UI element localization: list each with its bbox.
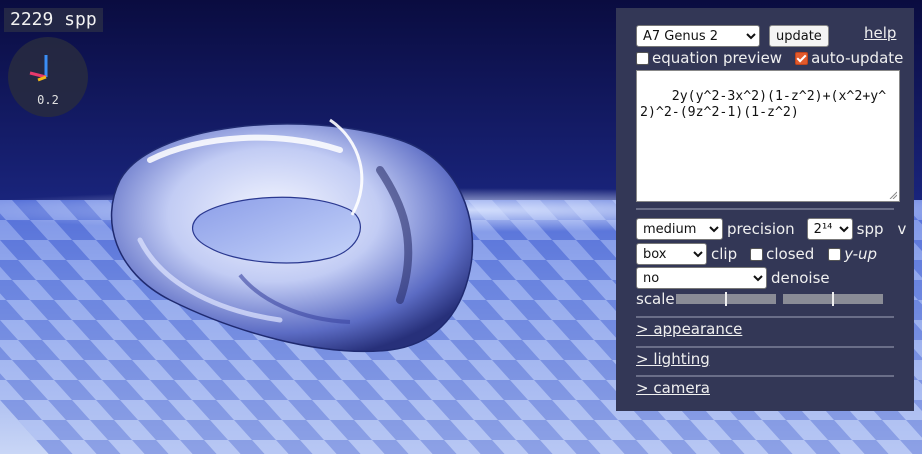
y-up-label: y-up — [844, 245, 878, 263]
precision-label: precision — [727, 220, 795, 238]
closed-checkbox[interactable] — [750, 247, 764, 261]
scale-slider-2-thumb[interactable] — [832, 292, 834, 306]
control-panel: A7 Genus 2 update help equation preview … — [616, 8, 914, 411]
closed-label: closed — [766, 245, 815, 263]
clip-select[interactable]: box — [636, 243, 707, 265]
equation-preview-label: equation preview — [652, 49, 783, 67]
surface-select[interactable]: A7 Genus 2 — [636, 25, 760, 47]
divider — [636, 346, 894, 348]
equation-preview-checkbox[interactable] — [636, 51, 649, 65]
axis-scale-label: 0.2 — [37, 93, 59, 107]
spp-counter: 2229 spp — [4, 8, 103, 32]
clip-label: clip — [711, 245, 738, 263]
resize-grip-icon[interactable] — [889, 191, 897, 199]
spp-select[interactable]: 2¹⁴ — [806, 218, 853, 240]
divider — [636, 316, 894, 318]
equation-text: 2y(y^2-3x^2)(1-z^2)+(x^2+y^2)^2-(9z^2-1)… — [640, 89, 887, 120]
scale-slider-2[interactable] — [783, 292, 883, 306]
denoise-select[interactable]: no — [636, 267, 767, 289]
y-up-checkbox[interactable] — [828, 247, 842, 261]
auto-update-checkbox[interactable] — [795, 51, 809, 65]
scale-slider-1-thumb[interactable] — [725, 292, 727, 306]
lighting-section-link[interactable]: > lighting — [636, 350, 710, 368]
spp-label: spp — [856, 220, 884, 238]
scale-slider-1[interactable] — [676, 292, 776, 306]
denoise-label: denoise — [771, 269, 830, 287]
precision-select[interactable]: medium — [636, 218, 723, 240]
axis-gizmo[interactable]: 0.2 — [8, 37, 88, 117]
update-button[interactable]: update — [769, 25, 829, 47]
v-label[interactable]: v — [898, 220, 907, 238]
equation-textarea[interactable]: 2y(y^2-3x^2)(1-z^2)+(x^2+y^2)^2-(9z^2-1)… — [636, 70, 900, 202]
divider — [636, 375, 894, 377]
camera-section-link[interactable]: > camera — [636, 379, 710, 397]
scale-label: scale — [636, 290, 675, 308]
appearance-section-link[interactable]: > appearance — [636, 320, 742, 338]
auto-update-label: auto-update — [811, 49, 904, 67]
divider — [636, 208, 894, 210]
y-axis-line — [37, 75, 47, 82]
help-link[interactable]: help — [864, 24, 896, 42]
